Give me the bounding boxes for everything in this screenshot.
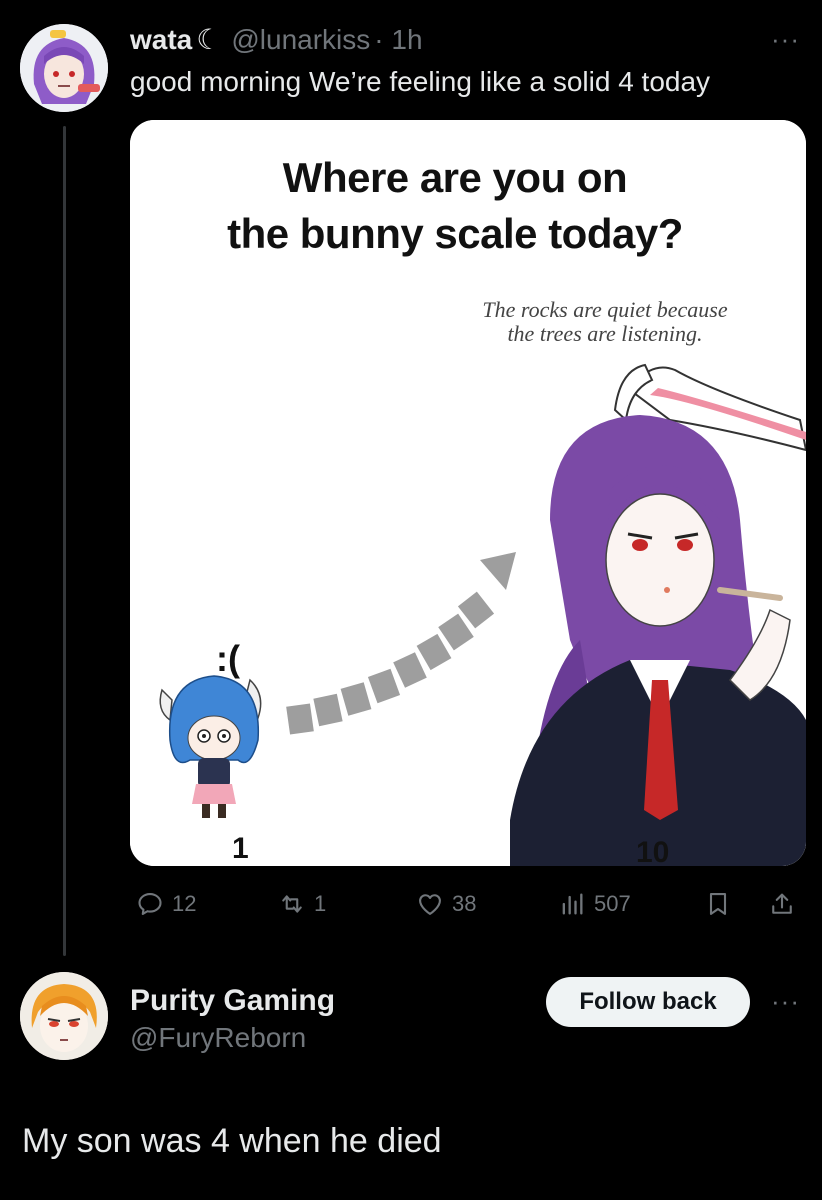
reply-author-handle[interactable]: @FuryReborn: [130, 1022, 306, 1054]
image-quote-line-2: the trees are listening.: [507, 321, 703, 346]
reply-author-name[interactable]: Purity Gaming: [130, 984, 335, 1018]
scale-label-low: 1: [232, 832, 249, 865]
moon-icon: ☾: [196, 24, 222, 55]
post-text: good morning We’re feeling like a solid …: [130, 66, 711, 97]
post-time[interactable]: · 1h: [374, 24, 422, 55]
bookmark-button[interactable]: [704, 884, 732, 924]
reply-more-options-icon[interactable]: ···: [771, 986, 800, 1017]
scale-label-high: 10: [636, 836, 670, 866]
author-name[interactable]: wata: [130, 24, 192, 55]
author-handle[interactable]: @lunarkiss: [231, 24, 370, 55]
like-count: 38: [452, 891, 477, 916]
bookmark-icon: [709, 893, 727, 915]
more-options-icon[interactable]: ···: [771, 24, 800, 55]
reply-avatar-illustration: [20, 972, 108, 1060]
repost-icon: [282, 895, 302, 913]
share-button[interactable]: [768, 884, 796, 924]
reply-button[interactable]: 12: [136, 884, 196, 924]
reply-count: 12: [172, 891, 197, 916]
image-quote-line-1: The rocks are quiet because: [482, 297, 728, 322]
like-icon: [419, 894, 441, 915]
like-button[interactable]: 38: [416, 884, 476, 924]
reply-text: My son was 4 when he died: [22, 1122, 442, 1160]
repost-count: 1: [314, 891, 327, 916]
reply-icon: [138, 893, 162, 915]
image-title: Where are you on the bunny scale today?: [130, 150, 780, 262]
views-button[interactable]: 507: [558, 884, 631, 924]
post-image[interactable]: Where are you on the bunny scale today? …: [130, 120, 806, 866]
thread-connector-line: [63, 126, 66, 956]
image-title-line-2: the bunny scale today?: [227, 210, 683, 257]
views-count: 507: [594, 891, 631, 916]
image-title-line-1: Where are you on: [282, 154, 628, 201]
avatar-illustration: [20, 24, 108, 112]
follow-back-button[interactable]: Follow back: [546, 977, 750, 1027]
sad-face-text: :(: [216, 638, 240, 679]
share-icon: [772, 893, 792, 914]
avatar[interactable]: [20, 24, 108, 112]
image-quote: The rocks are quiet because the trees ar…: [405, 298, 805, 346]
post-action-bar: 12 1 38 507: [130, 884, 806, 924]
views-icon: [562, 893, 583, 915]
reply-avatar[interactable]: [20, 972, 108, 1060]
post-header: wata ☾ @lunarkiss · 1h: [130, 22, 423, 58]
repost-button[interactable]: 1: [278, 884, 326, 924]
